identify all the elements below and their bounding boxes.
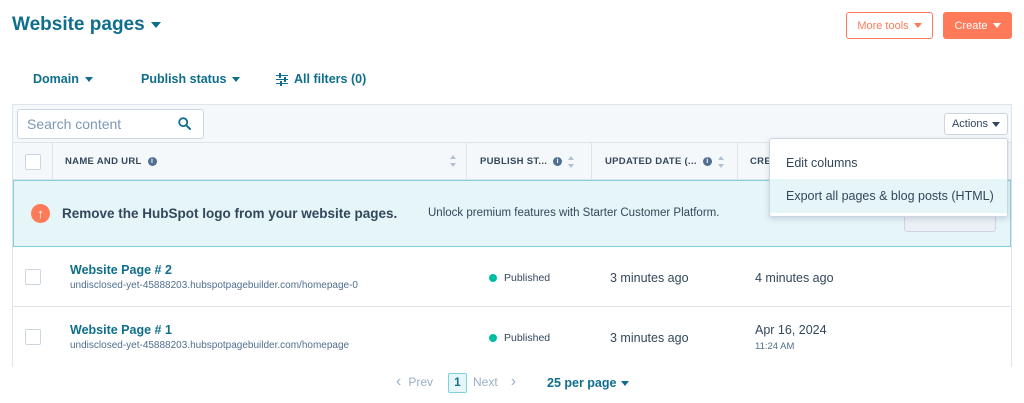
- updated-date: 3 minutes ago: [610, 331, 689, 345]
- arrow-up-icon: ↑: [31, 204, 50, 223]
- status-dot-icon: [489, 274, 497, 282]
- status-badge: Published: [489, 272, 550, 284]
- filter-bar: Domain Publish status All filters (0): [0, 72, 1024, 86]
- all-filters-label: All filters (0): [294, 72, 367, 86]
- chevron-down-icon: [232, 76, 241, 82]
- sort-icon[interactable]: [717, 155, 724, 168]
- info-icon[interactable]: i: [147, 157, 157, 166]
- column-created-label: CRE: [750, 156, 771, 167]
- chevron-down-icon: [621, 380, 630, 386]
- page-title-link[interactable]: Website Page # 2: [70, 263, 172, 277]
- chevron-down-icon: [913, 23, 922, 28]
- created-time: 11:24 AM: [755, 341, 795, 352]
- actions-label: Actions: [951, 118, 989, 130]
- create-label: Create: [954, 19, 988, 32]
- status-label: Published: [504, 272, 551, 284]
- created-date: 4 minutes ago: [755, 271, 834, 285]
- info-icon[interactable]: i: [702, 157, 712, 166]
- banner-title: Remove the HubSpot logo from your websit…: [62, 206, 398, 221]
- pagination: ‹ Prev 1 Next › 25 per page: [0, 373, 1024, 393]
- info-icon[interactable]: i: [553, 157, 563, 166]
- column-header-updated-date[interactable]: UPDATED DATE (... i: [592, 143, 738, 180]
- banner-text: Unlock premium features with Starter Cus…: [428, 207, 720, 219]
- more-tools-label: More tools: [857, 19, 909, 32]
- chevron-down-icon: [992, 23, 1001, 28]
- menu-item-export[interactable]: Export all pages & blog posts (HTML): [770, 179, 1007, 213]
- chevron-down-icon: [992, 121, 1001, 127]
- sort-icon[interactable]: [568, 155, 575, 168]
- column-header-name[interactable]: NAME AND URL i: [53, 143, 467, 180]
- page-url: undisclosed-yet-45888203.hubspotpagebuil…: [70, 340, 350, 351]
- column-updated-date-label: UPDATED DATE (...: [605, 156, 697, 167]
- next-button[interactable]: Next ›: [473, 373, 517, 390]
- prev-button[interactable]: ‹ Prev: [396, 373, 434, 390]
- status-badge: Published: [489, 332, 550, 344]
- column-header-publish-status[interactable]: PUBLISH ST... i: [467, 143, 592, 180]
- actions-button[interactable]: Actions: [944, 113, 1008, 135]
- row-checkbox[interactable]: [25, 269, 41, 285]
- page-title-label: Website pages: [12, 14, 145, 35]
- chevron-right-icon: ›: [510, 373, 517, 390]
- updated-date: 3 minutes ago: [610, 271, 689, 285]
- select-all-checkbox[interactable]: [24, 153, 41, 170]
- header-select-cell: [13, 143, 53, 180]
- all-filters-button[interactable]: All filters (0): [276, 72, 366, 86]
- page-url: undisclosed-yet-45888203.hubspotpagebuil…: [70, 280, 358, 291]
- publish-status-filter-label: Publish status: [141, 72, 227, 86]
- domain-filter[interactable]: Domain: [33, 72, 93, 86]
- table-row: Website Page # 2 undisclosed-yet-4588820…: [13, 247, 1011, 307]
- domain-filter-label: Domain: [33, 72, 79, 86]
- search-icon[interactable]: [178, 117, 191, 130]
- column-publish-status-label: PUBLISH ST...: [480, 156, 548, 167]
- more-tools-button[interactable]: More tools: [846, 12, 933, 39]
- table-row: Website Page # 1 undisclosed-yet-4588820…: [13, 307, 1011, 367]
- chevron-down-icon: [150, 22, 161, 28]
- search-box: [17, 109, 204, 139]
- page-title[interactable]: Website pages: [12, 14, 161, 36]
- page-title-link[interactable]: Website Page # 1: [70, 323, 172, 337]
- status-label: Published: [504, 332, 551, 344]
- status-dot-icon: [489, 334, 497, 342]
- search-input[interactable]: [18, 110, 168, 138]
- sort-icon[interactable]: [450, 155, 456, 167]
- create-button[interactable]: Create: [943, 12, 1012, 39]
- per-page-label: 25 per page: [547, 376, 617, 390]
- per-page-select[interactable]: 25 per page: [547, 376, 630, 390]
- created-date: Apr 16, 2024: [755, 323, 827, 337]
- sliders-icon: [276, 72, 288, 86]
- column-name-label: NAME AND URL: [65, 156, 142, 167]
- next-label: Next: [473, 375, 498, 389]
- page-number-current[interactable]: 1: [448, 373, 467, 393]
- row-checkbox[interactable]: [25, 329, 41, 345]
- prev-label: Prev: [408, 375, 434, 389]
- chevron-left-icon: ‹: [396, 373, 402, 390]
- publish-status-filter[interactable]: Publish status: [141, 72, 241, 86]
- chevron-down-icon: [84, 76, 93, 82]
- actions-menu: Edit columns Export all pages & blog pos…: [769, 138, 1008, 217]
- menu-item-edit-columns[interactable]: Edit columns: [770, 146, 1007, 180]
